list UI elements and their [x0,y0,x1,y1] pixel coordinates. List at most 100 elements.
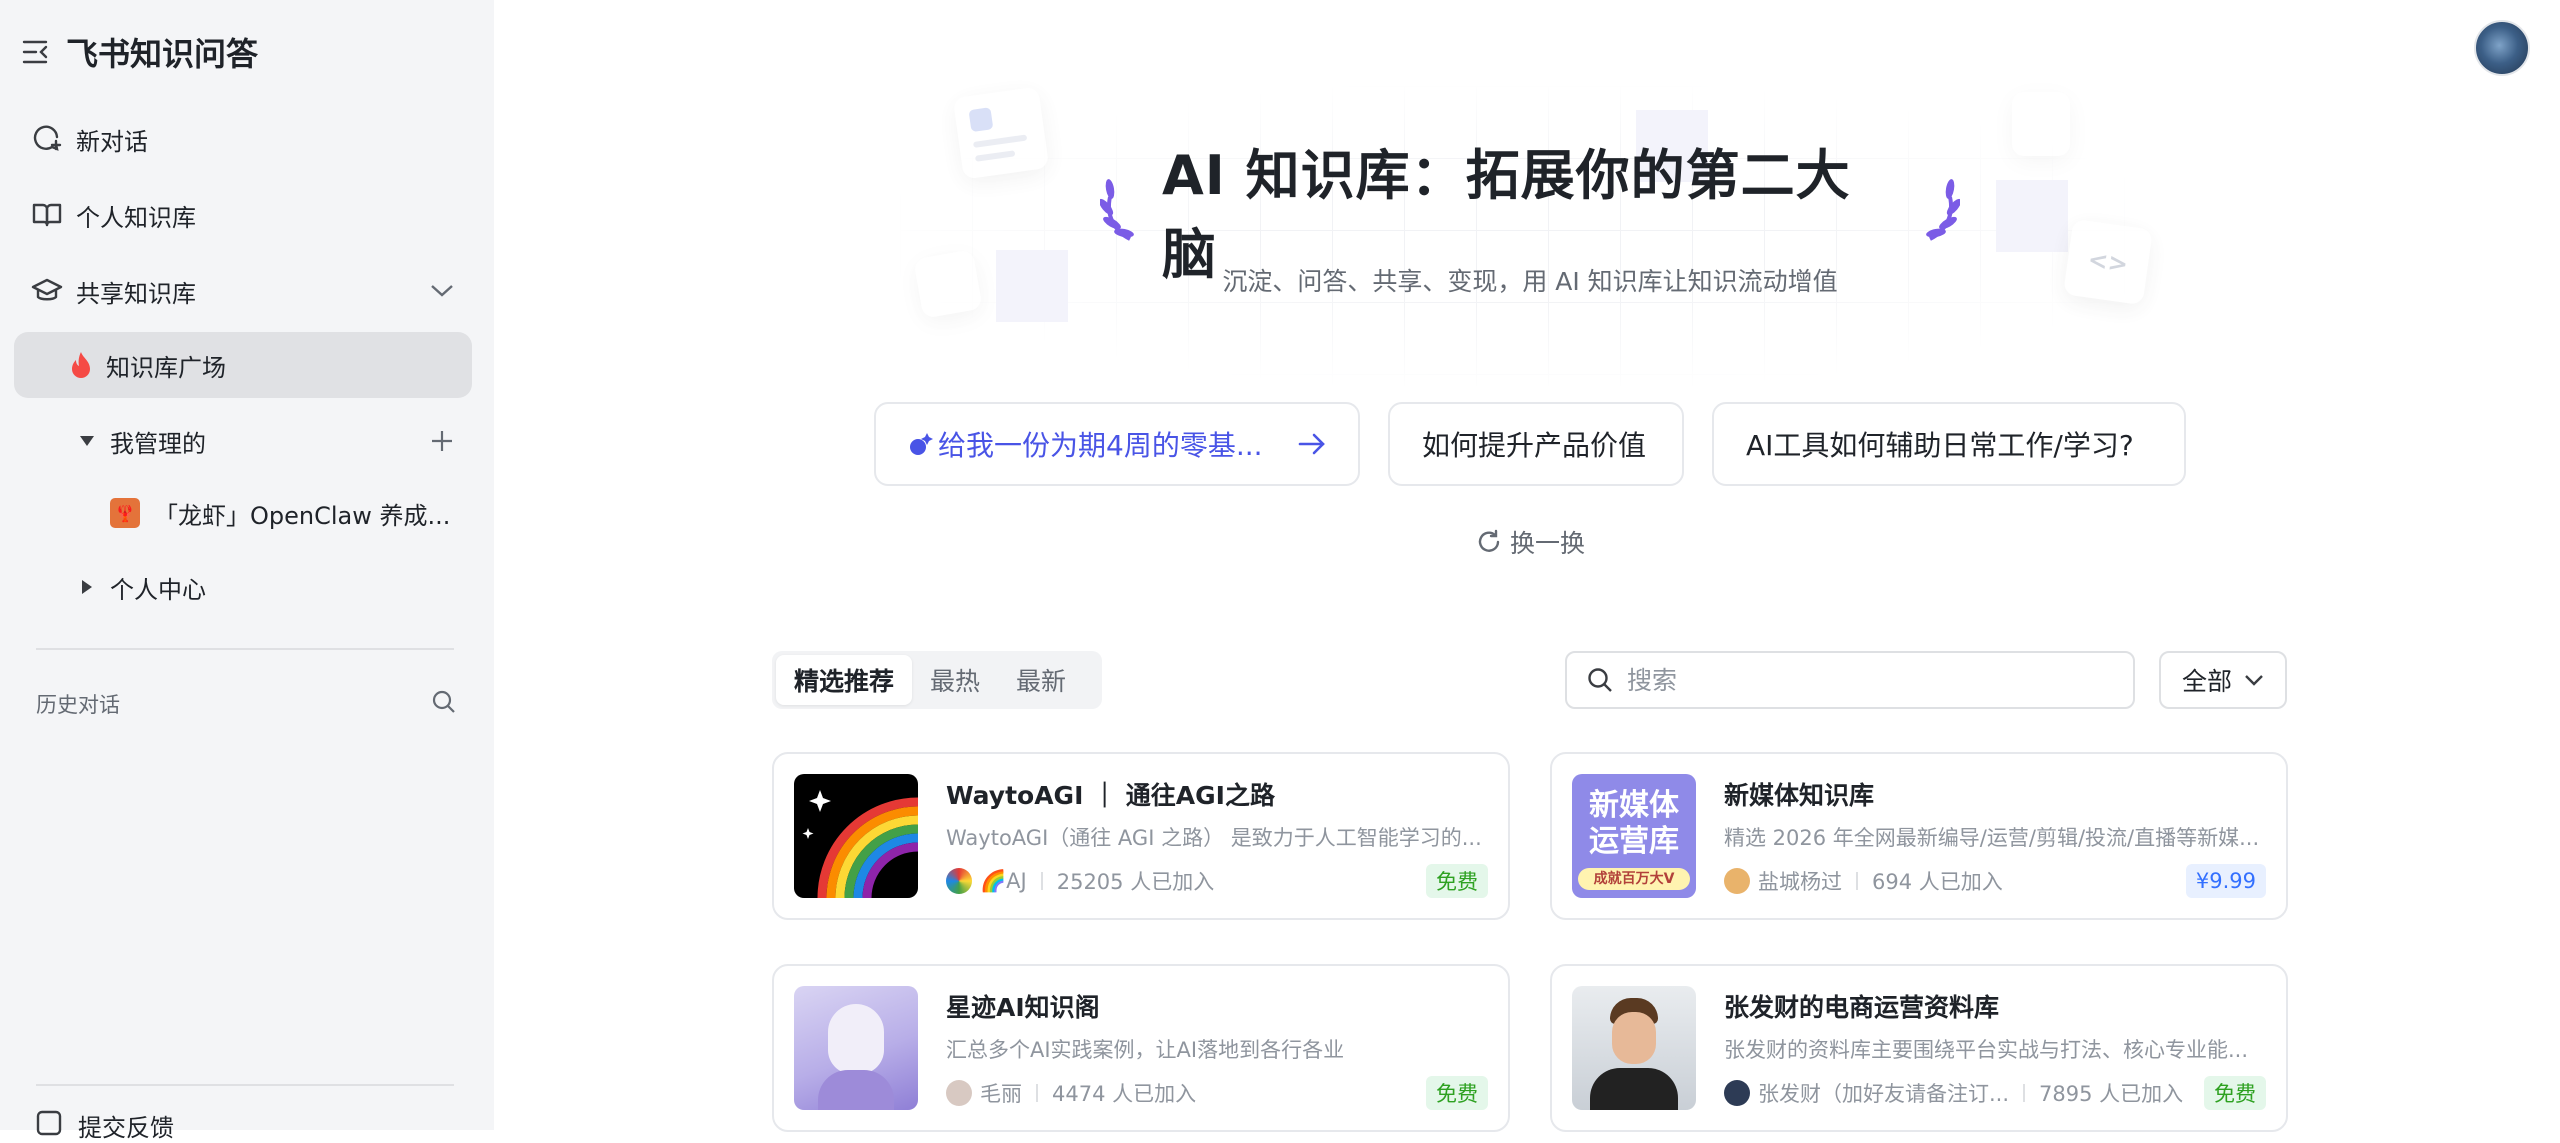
kb-card-title: WaytoAGI ｜ 通往AGI之路 [946,781,1275,810]
author-avatar [946,868,972,894]
avatar[interactable] [2474,20,2530,76]
kb-card[interactable]: 星迹AI知识阁 汇总多个AI实践案例，让AI落地到各行各业 毛丽 4474 人已… [772,964,1510,1132]
kb-card-author: 🌈AJ [980,868,1027,893]
collapse-sidebar-icon[interactable] [20,35,54,69]
kb-card-title: 新媒体知识库 [1724,781,1875,810]
refresh-icon [1476,529,1502,555]
sidebar-item-label: 知识库广场 [106,353,226,382]
divider [36,1084,454,1086]
search-input[interactable] [1627,665,2107,695]
kb-card-desc: WaytoAGI（通往 AGI 之路） 是致力于人工智能学习的... [946,826,1482,850]
author-avatar [946,1080,972,1106]
search-icon[interactable] [432,690,456,719]
sidebar-item-personal-kb[interactable]: 个人知识库 [14,182,472,248]
sidebar-item-kb-plaza[interactable]: 知识库广场 [14,332,472,398]
kb-card[interactable]: WaytoAGI ｜ 通往AGI之路 WaytoAGI（通往 AGI 之路） 是… [772,752,1510,920]
caret-down-icon [80,436,94,446]
kb-card-meta: 张发财（加好友请备注订... 7895 人已加入 [1724,1078,2183,1108]
kb-card-desc: 汇总多个AI实践案例，让AI落地到各行各业 [946,1038,1345,1062]
fire-icon [64,348,98,382]
kb-card-title: 张发财的电商运营资料库 [1724,993,2000,1022]
history-header: 历史对话 [36,684,456,724]
sidebar-item-label: 个人中心 [110,575,206,604]
refresh-label: 换一换 [1510,529,1586,558]
new-media-thumb: 新媒体 运营库 成就百万大V [1572,774,1696,898]
search-icon [1587,667,1613,693]
feedback-button[interactable]: 提交反馈 [36,1108,174,1143]
author-avatar [1724,1080,1750,1106]
divider [36,648,454,650]
divider [2023,1084,2026,1102]
avatar-thumb [794,986,918,1110]
chevron-down-icon [2244,674,2264,686]
suggestion-chip-3[interactable]: AI工具如何辅助日常工作/学习? [1712,402,2186,486]
code-card-decoration: <> [2063,218,2153,306]
sidebar-item-label: 个人知识库 [76,203,196,232]
add-icon[interactable] [430,408,454,474]
divider [1036,1084,1038,1102]
new-chat-label: 新对话 [76,127,148,156]
suggestion-label: AI工具如何辅助日常工作/学习? [1746,429,2134,462]
price-badge: ¥9.99 [2185,864,2266,898]
tab-hot[interactable]: 最热 [912,655,998,705]
suggestion-label: 如何提升产品价值 [1422,429,1647,462]
tab-latest[interactable]: 最新 [998,655,1084,705]
suggestion-chip-1[interactable]: 给我一份为期4周的零基... [874,402,1360,486]
arrow-right-icon [1298,433,1326,455]
sidebar-group-personal-center[interactable]: 个人中心 [14,554,472,620]
chevron-down-icon[interactable] [430,258,454,324]
kb-card-author: 张发财（加好友请备注订... [1758,1082,2010,1106]
lobster-thumb-icon: 🦞 [110,498,140,528]
price-badge: 免费 [2204,1076,2266,1110]
book-icon [30,198,64,232]
refresh-button[interactable]: 换一换 [1476,524,1585,560]
hero-subtitle: 沉淀、问答、共享、变现，用 AI 知识库让知识流动增值 [1222,267,1838,296]
kb-card-title: 星迹AI知识阁 [946,993,1100,1022]
laurel-right-icon [1916,175,1962,245]
sidebar-header: 飞书知识问答 [20,30,258,74]
edit-card-decoration [913,249,983,319]
author-avatar [1724,868,1750,894]
sidebar-item-shared-kb[interactable]: 共享知识库 [14,258,472,324]
kb-card-joined: 7895 人已加入 [2039,1082,2184,1106]
thumb-tag: 成就百万大V [1578,868,1690,890]
category-select-value: 全部 [2181,667,2232,696]
kb-card-meta: 毛丽 4474 人已加入 [946,1078,1196,1108]
kb-card-desc: 张发财的资料库主要围绕平台实战与打法、核心专业能... [1724,1038,2249,1062]
new-chat-icon [30,122,64,156]
grid-cell-decoration [1996,180,2068,252]
caret-right-icon [82,580,92,594]
avatar-thumb [1572,986,1696,1110]
kb-card-joined: 694 人已加入 [1872,870,2003,894]
sidebar-item-label: 我管理的 [110,429,206,458]
suggestion-chip-2[interactable]: 如何提升产品价值 [1388,402,1684,486]
kb-card[interactable]: 新媒体 运营库 成就百万大V 新媒体知识库 精选 2026 年全网最新编导/运营… [1550,752,2288,920]
kb-card-meta: 盐城杨过 694 人已加入 [1724,866,2003,896]
sidebar: 飞书知识问答 新对话 个人知识库 共享知识库 知识库广场 我管理的 🦞 「龙虾」… [0,0,494,1142]
category-select[interactable]: 全部 [2159,651,2287,709]
new-chat-button[interactable]: 新对话 [14,106,472,172]
kb-card-joined: 25205 人已加入 [1056,870,1215,894]
filter-tabs: 精选推荐 最热 最新 [772,651,1102,709]
graduation-cap-icon [30,274,64,308]
kb-card-author: 毛丽 [980,1082,1022,1106]
kb-card-meta: 🌈AJ 25205 人已加入 [946,866,1214,896]
kb-card-author: 盐城杨过 [1758,870,1842,894]
rainbow-thumb-icon [794,774,918,898]
kb-card-desc: 精选 2026 年全网最新编导/运营/剪辑/投流/直播等新媒... [1724,826,2260,850]
hero-title: AI 知识库：拓展你的第二大脑 [1098,144,1962,286]
sidebar-item-label: 「龙虾」OpenClaw 养成... [154,501,451,530]
sidebar-group-managed[interactable]: 我管理的 [14,408,472,474]
kb-card[interactable]: 张发财的电商运营资料库 张发财的资料库主要围绕平台实战与打法、核心专业能... … [1550,964,2288,1132]
sidebar-item-managed-kb[interactable]: 🦞 「龙虾」OpenClaw 养成... [14,480,472,546]
thumb-text: 运营库 [1589,824,1679,859]
laurel-left-icon [1098,175,1144,245]
feedback-label: 提交反馈 [78,1114,174,1142]
app-title: 飞书知识问答 [66,35,259,73]
sparkle-icon [908,431,934,457]
tab-featured[interactable]: 精选推荐 [776,655,913,705]
search-box [1565,651,2135,709]
kb-card-joined: 4474 人已加入 [1052,1082,1197,1106]
suggestion-label: 给我一份为期4周的零基... [938,429,1263,462]
price-badge: 免费 [1426,1076,1488,1110]
